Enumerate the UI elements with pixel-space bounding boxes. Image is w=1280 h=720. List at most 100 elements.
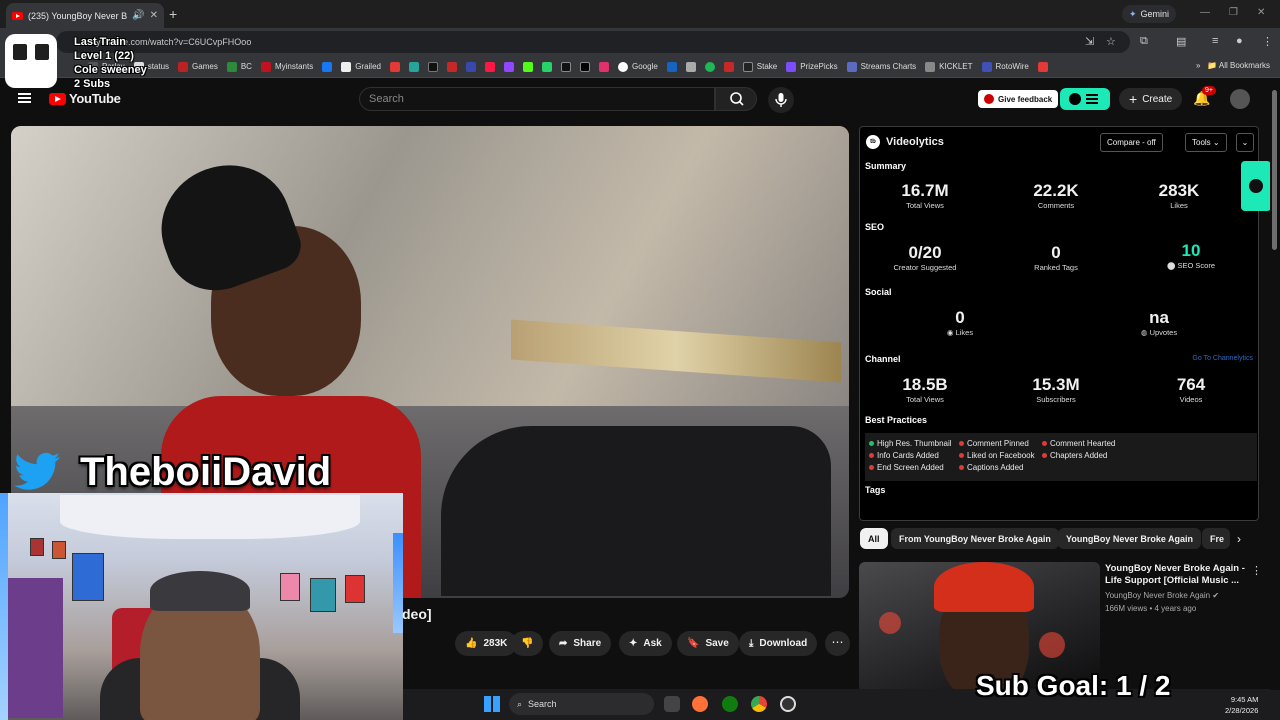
videolytics-logo-icon	[1249, 179, 1263, 193]
bookmark-myinstants[interactable]: Myinstants	[260, 61, 313, 72]
collapse-panel-button[interactable]: ⌄	[1236, 133, 1254, 152]
close-window-icon[interactable]: ✕	[1257, 7, 1265, 18]
thumbnail-beanie	[934, 562, 1034, 612]
windows-start-icon[interactable]	[484, 696, 500, 712]
dislike-button[interactable]: 👎	[511, 631, 544, 656]
youtube-favicon-icon	[12, 11, 23, 20]
bookmark-facebook[interactable]	[322, 61, 333, 72]
youtube-logo[interactable]: YouTube	[49, 91, 121, 106]
videolytics-toggle-button[interactable]	[1060, 88, 1110, 110]
streamer-webcam	[0, 493, 403, 720]
best-practices-heading: Best Practices	[865, 415, 928, 425]
download-button[interactable]: ⤓ Download	[739, 631, 818, 656]
bookmark-icon-11[interactable]	[685, 61, 696, 72]
new-tab-icon[interactable]: +	[169, 6, 177, 22]
chevron-right-icon[interactable]: ›	[1237, 532, 1241, 546]
compare-toggle[interactable]: Compare - off	[1100, 133, 1163, 152]
bookmark-icon-3[interactable]	[427, 61, 438, 72]
channelytics-link[interactable]: Go To Channelytics	[1192, 355, 1253, 362]
bookmark-games[interactable]: Games	[178, 61, 218, 72]
bookmark-x[interactable]	[579, 61, 590, 72]
extensions-icon[interactable]: ⧉	[1140, 35, 1148, 48]
obs-icon[interactable]	[780, 696, 796, 712]
clock-date: 2/28/2026	[1225, 706, 1259, 715]
restore-icon[interactable]: ❐	[1229, 7, 1238, 18]
bookmark-icon-1[interactable]	[389, 61, 400, 72]
bookmark-icon-6[interactable]	[484, 61, 495, 72]
chrome-icon[interactable]	[751, 696, 767, 712]
bookmark-icon-13[interactable]	[1037, 61, 1048, 72]
more-actions-button[interactable]: ⋯	[825, 631, 850, 656]
video-title: deo]	[402, 606, 432, 622]
like-button[interactable]: 👍 283K	[455, 631, 518, 656]
status-dot-icon	[959, 453, 964, 458]
bookmark-instagram[interactable]	[598, 61, 609, 72]
videolytics-side-tab[interactable]	[1241, 161, 1271, 211]
ask-button[interactable]: ✦ Ask	[619, 631, 672, 656]
alert-line: Cole sweeney	[74, 64, 147, 76]
chip-more[interactable]: Fre	[1202, 528, 1230, 549]
stat-comments: 22.2K Comments	[1033, 181, 1079, 210]
gemini-button[interactable]: ✦ Gemini	[1122, 5, 1177, 23]
scrollbar-thumb[interactable]	[1272, 90, 1277, 250]
media-icon[interactable]: ≡	[1212, 35, 1218, 47]
bookmark-google[interactable]: Google	[617, 61, 658, 72]
search-input[interactable]: Search	[359, 87, 715, 111]
sidepanel-icon[interactable]: ▤	[1176, 35, 1186, 48]
stat-channel-views: 18.5B Total Views	[902, 375, 948, 404]
bookmark-rotowire[interactable]: RotoWire	[981, 61, 1029, 72]
bookmark-spotify[interactable]	[704, 61, 715, 72]
bookmark-grailed[interactable]: Grailed	[341, 61, 381, 72]
bookmark-icon-2[interactable]	[408, 61, 419, 72]
bookmark-icon-7[interactable]	[503, 61, 514, 72]
status-dot-icon	[869, 465, 874, 470]
url-field[interactable]: youtube.com/watch?v=C6UCvpFHOoo	[56, 31, 1130, 53]
taskbar-search[interactable]: ⌕ Search	[509, 693, 654, 715]
bookmark-icon-9[interactable]	[541, 61, 552, 72]
share-button[interactable]: ➦ Share	[549, 631, 612, 656]
bookmark-stake[interactable]: Stake	[742, 61, 777, 72]
videolytics-logo-icon: tb	[866, 135, 880, 149]
save-button[interactable]: 🔖 Save	[677, 631, 739, 656]
minimize-icon[interactable]: —	[1200, 7, 1210, 18]
chip-channel[interactable]: YoungBoy Never Broke Again	[1058, 528, 1202, 549]
recommendation-channel[interactable]: YoungBoy Never Broke Again ✔	[1105, 591, 1219, 600]
menu-icon[interactable]	[18, 93, 31, 103]
recommendation-menu-icon[interactable]: ⋮	[1251, 564, 1262, 577]
bookmark-kicklet[interactable]: KICKLET	[925, 61, 973, 72]
speaker-icon[interactable]: 🔊	[132, 10, 144, 21]
bookmark-bc[interactable]: BC	[226, 61, 252, 72]
xbox-icon[interactable]	[722, 696, 738, 712]
firefox-icon[interactable]	[692, 696, 708, 712]
bookmark-icon-12[interactable]	[723, 61, 734, 72]
voice-search-button[interactable]	[768, 87, 794, 113]
alert-line: Level 1 (22)	[74, 50, 134, 62]
stat-total-views: 16.7M Total Views	[901, 181, 949, 210]
task-view-icon[interactable]	[664, 696, 680, 712]
bookmark-icon-5[interactable]	[465, 61, 476, 72]
taskbar-clock[interactable]: 9:45 AM 2/28/2026	[1225, 694, 1258, 716]
bookmark-prizepicks[interactable]: PrizePicks	[786, 61, 838, 72]
chevron-down-icon: ⌄	[1241, 138, 1249, 147]
chip-all[interactable]: All	[860, 528, 888, 549]
bookmark-icon-10[interactable]	[666, 61, 677, 72]
recommendation-title[interactable]: YoungBoy Never Broke Again - Life Suppor…	[1105, 563, 1245, 587]
all-bookmarks[interactable]: » 📁 All Bookmarks	[1196, 61, 1270, 70]
webcam-poster	[72, 553, 104, 601]
bookmark-streams-charts[interactable]: Streams Charts	[846, 61, 916, 72]
search-button[interactable]	[715, 87, 757, 111]
create-button[interactable]: + Create	[1119, 88, 1183, 110]
menu-dots-icon[interactable]: ⋮	[1262, 35, 1273, 48]
install-icon[interactable]: ⇲	[1085, 35, 1094, 48]
close-tab-icon[interactable]: ✕	[150, 10, 158, 21]
bookmark-icon-4[interactable]	[446, 61, 457, 72]
give-feedback-button[interactable]: Give feedback	[978, 90, 1059, 108]
profile-icon[interactable]: ●	[1236, 35, 1243, 47]
tab-youtube[interactable]: (235) YoungBoy Never Broke 🔊 ✕	[6, 3, 164, 28]
account-avatar[interactable]	[1230, 89, 1250, 109]
bookmark-star-icon[interactable]: ☆	[1106, 35, 1116, 48]
tools-dropdown[interactable]: Tools ⌄	[1185, 133, 1227, 152]
bookmark-icon-8[interactable]	[522, 61, 533, 72]
chip-from-channel[interactable]: From YoungBoy Never Broke Again	[891, 528, 1059, 549]
bookmark-tiktok[interactable]	[560, 61, 571, 72]
